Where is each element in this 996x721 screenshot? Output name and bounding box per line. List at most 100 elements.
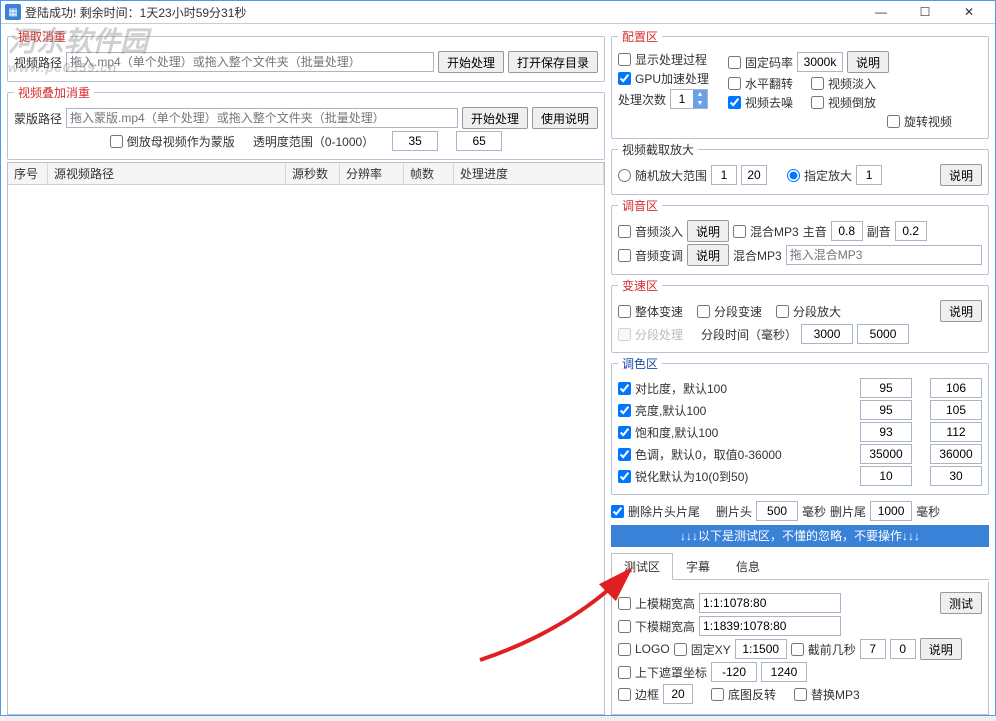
color-row-3-checkbox[interactable]: 色调，默认0，取值0-36000 [618,446,782,463]
fixed-zoom-radio[interactable]: 指定放大 [787,167,852,184]
invert-checkbox[interactable]: 底图反转 [711,686,776,703]
color-fieldset: 调色区 对比度，默认100 亮度,默认100 饱和度,默认100 色调，默认0，… [611,355,989,495]
cutfront-b-input[interactable] [890,639,916,659]
col-seconds[interactable]: 源秒数 [286,163,340,184]
border-checkbox[interactable]: 边框 [618,686,659,703]
col-index[interactable]: 序号 [8,163,48,184]
audio-fadein-checkbox[interactable]: 音频淡入 [618,223,683,240]
hflip-checkbox[interactable]: 水平翻转 [728,75,793,92]
video-path-input[interactable] [66,52,434,72]
logo-checkbox[interactable]: LOGO [618,642,670,656]
ms2-label: 毫秒 [916,503,940,520]
color-row-1-a[interactable] [860,400,912,420]
color-row-0-b[interactable] [930,378,982,398]
color-row-4-b[interactable] [930,466,982,486]
video-table: 序号 源视频路径 源秒数 分辨率 帧数 处理进度 [7,162,605,715]
show-log-checkbox[interactable]: 显示处理过程 [618,51,707,68]
test-help-button[interactable]: 说明 [920,638,962,660]
mask-a-input[interactable] [711,662,757,682]
cutfront-checkbox[interactable]: 截前几秒 [791,641,856,658]
color-row-0-checkbox[interactable]: 对比度，默认100 [618,380,727,397]
sub-vol-input[interactable] [895,221,927,241]
whole-speed-checkbox[interactable]: 整体变速 [618,303,683,320]
col-progress[interactable]: 处理进度 [454,163,604,184]
rand-to-input[interactable] [741,165,767,185]
gpu-checkbox[interactable]: GPU加速处理 [618,70,709,87]
col-res[interactable]: 分辨率 [340,163,404,184]
config-fieldset: 配置区 显示处理过程 GPU加速处理 处理次数 ▲▼ 固定码率 说明 [611,28,989,139]
reverse-checkbox[interactable]: 视频倒放 [811,94,876,111]
seg-from-input[interactable] [801,324,853,344]
color-row-3-a[interactable] [860,444,912,464]
trim-checkbox[interactable]: 删除片头片尾 [611,503,700,520]
period-speed-checkbox[interactable]: 分段变速 [697,303,762,320]
color-row-4-checkbox[interactable]: 锐化默认为10(0到50) [618,468,748,485]
fixed-rate-checkbox[interactable]: 固定码率 [728,54,793,71]
bottom-blur-checkbox[interactable]: 下模糊宽高 [618,618,695,635]
mixmp3-path-label: 混合MP3 [733,247,782,264]
rotate-checkbox[interactable]: 旋转视频 [887,113,952,130]
top-blur-input[interactable] [699,593,841,613]
overlay-help-button[interactable]: 使用说明 [532,107,598,129]
start-process-button[interactable]: 开始处理 [438,51,504,73]
main-vol-label: 主音 [803,223,827,240]
opacity-from-input[interactable] [392,131,438,151]
process-times-spinner[interactable]: ▲▼ [670,89,708,109]
mask-b-input[interactable] [761,662,807,682]
overlay-start-button[interactable]: 开始处理 [462,107,528,129]
tab-info[interactable]: 信息 [723,553,773,579]
rand-from-input[interactable] [711,165,737,185]
audio-help2-button[interactable]: 说明 [687,244,729,266]
color-row-1-b[interactable] [930,400,982,420]
mixmp3-path-input[interactable] [786,245,982,265]
mask-path-input[interactable] [66,108,458,128]
open-save-dir-button[interactable]: 打开保存目录 [508,51,598,73]
audio-help1-button[interactable]: 说明 [687,220,729,242]
replace-mp3-checkbox[interactable]: 替换MP3 [794,686,860,703]
maximize-button[interactable]: ☐ [903,1,947,23]
top-blur-checkbox[interactable]: 上模糊宽高 [618,595,695,612]
right-panel: 配置区 显示处理过程 GPU加速处理 处理次数 ▲▼ 固定码率 说明 [611,28,989,715]
crop-help-button[interactable]: 说明 [940,164,982,186]
color-row-2-b[interactable] [930,422,982,442]
opacity-to-input[interactable] [456,131,502,151]
fixed-zoom-input[interactable] [856,165,882,185]
fadein-checkbox[interactable]: 视频淡入 [811,75,876,92]
pitch-checkbox[interactable]: 音频变调 [618,247,683,264]
warning-bar: ↓↓↓以下是测试区，不懂的忽略，不要操作↓↓↓ [611,525,989,547]
fixxy-checkbox[interactable]: 固定XY [674,641,731,658]
mask-coord-checkbox[interactable]: 上下遮罩坐标 [618,664,707,681]
content: 提取消重 视频路径 开始处理 打开保存目录 视频叠加消重 蒙版路径 开始处理 使… [1,24,995,721]
color-row-3-b[interactable] [930,444,982,464]
color-row-0-a[interactable] [860,378,912,398]
denoise-checkbox[interactable]: 视频去噪 [728,94,793,111]
speed-help-button[interactable]: 说明 [940,300,982,322]
test-button[interactable]: 测试 [940,592,982,614]
color-row-4-a[interactable] [860,466,912,486]
border-input[interactable] [663,684,693,704]
main-vol-input[interactable] [831,221,863,241]
tab-test[interactable]: 测试区 [611,553,673,580]
period-zoom-checkbox[interactable]: 分段放大 [776,303,841,320]
reverse-mother-checkbox[interactable]: 倒放母视频作为蒙版 [110,133,235,150]
col-fps[interactable]: 帧数 [404,163,454,184]
minimize-button[interactable]: — [859,1,903,23]
color-row-1-checkbox[interactable]: 亮度,默认100 [618,402,706,419]
table-header: 序号 源视频路径 源秒数 分辨率 帧数 处理进度 [8,163,604,185]
cutfront-a-input[interactable] [860,639,886,659]
rate-input[interactable] [797,52,843,72]
col-path[interactable]: 源视频路径 [48,163,286,184]
seg-to-input[interactable] [857,324,909,344]
fixxy-input[interactable] [735,639,787,659]
trim-head-input[interactable] [756,501,798,521]
mix-mp3-checkbox[interactable]: 混合MP3 [733,223,799,240]
overlay-legend: 视频叠加消重 [14,84,94,101]
bottom-blur-input[interactable] [699,616,841,636]
color-row-2-a[interactable] [860,422,912,442]
trim-tail-input[interactable] [870,501,912,521]
config-help-button[interactable]: 说明 [847,51,889,73]
random-zoom-radio[interactable]: 随机放大范围 [618,167,707,184]
color-row-2-checkbox[interactable]: 饱和度,默认100 [618,424,718,441]
close-button[interactable]: ✕ [947,1,991,23]
tab-subtitle[interactable]: 字幕 [673,553,723,579]
